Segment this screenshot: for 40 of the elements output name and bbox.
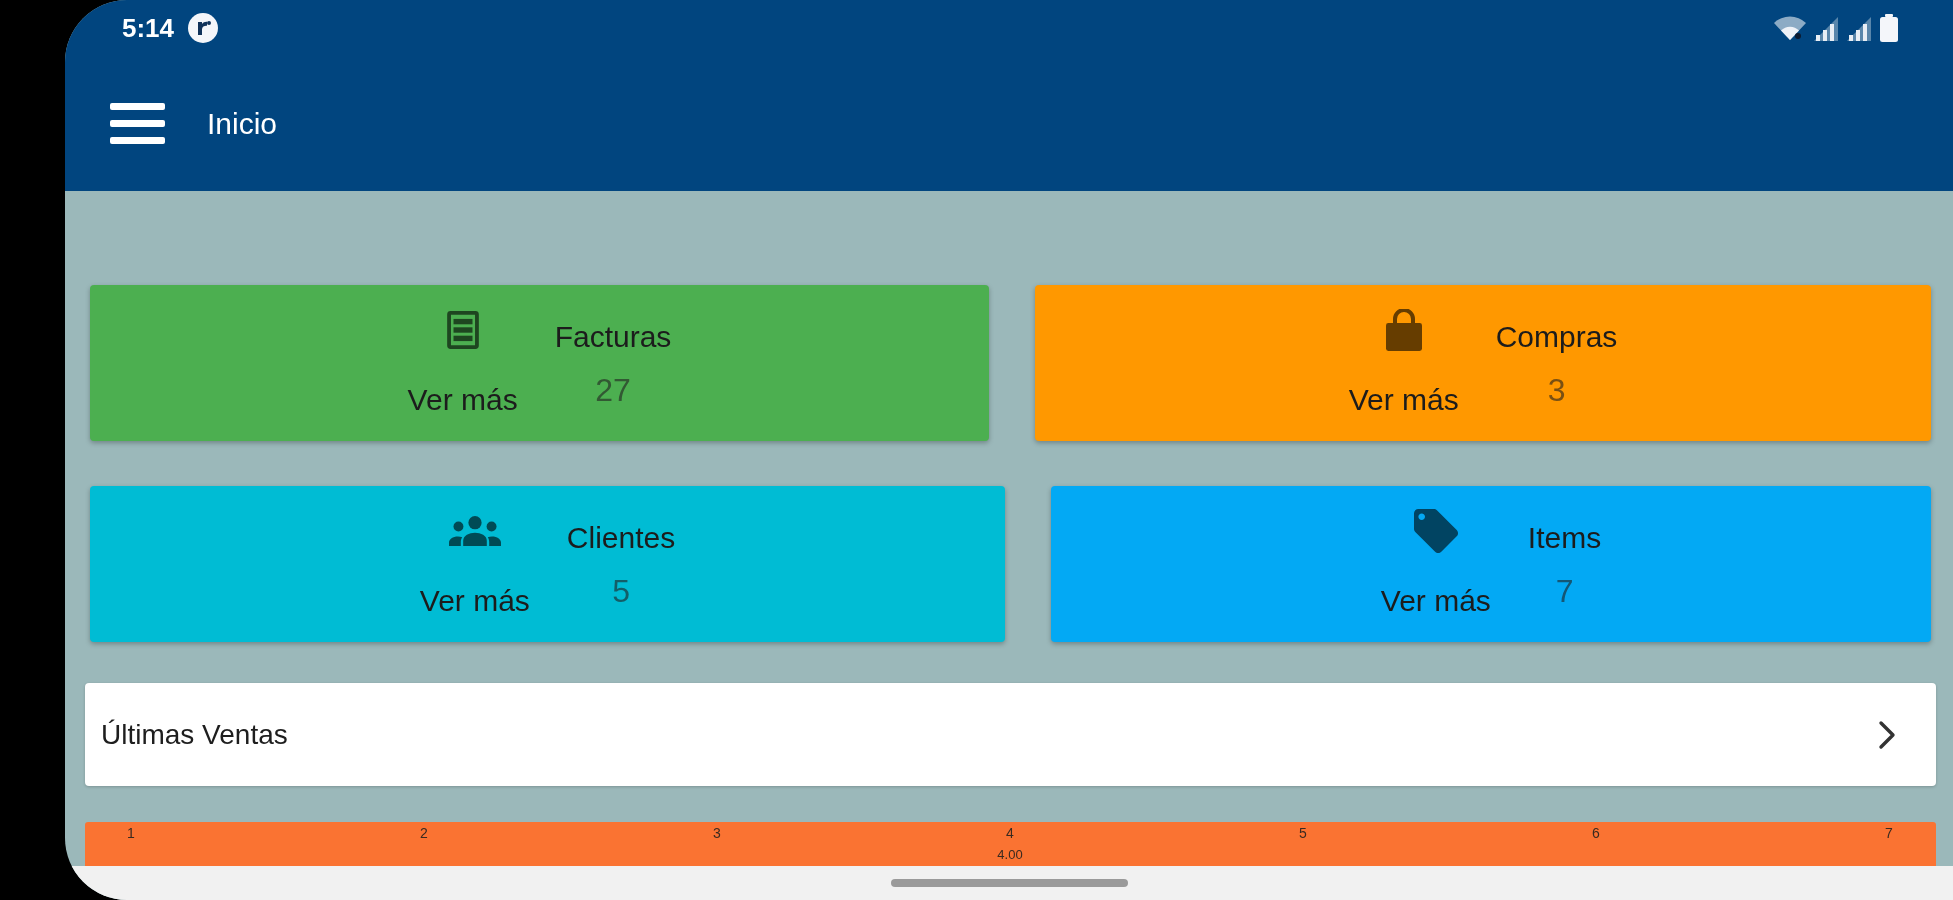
menu-button[interactable] (110, 101, 165, 146)
card-count: 3 (1547, 371, 1566, 408)
axis-label: 4 (1006, 825, 1014, 841)
menu-icon (110, 101, 165, 146)
card-count: 27 (595, 371, 631, 408)
summary-card[interactable]: Ver más Items 7 (1051, 486, 1931, 642)
summary-card[interactable]: Ver más Clientes 5 (90, 486, 1005, 642)
card-title: Clientes (566, 519, 676, 556)
see-more-link[interactable]: Ver más (1380, 583, 1491, 619)
summary-card[interactable]: Ver más Compras 3 (1035, 285, 1931, 441)
card-title: Facturas (554, 318, 672, 355)
card-count: 7 (1555, 572, 1574, 609)
see-more-link[interactable]: Ver más (419, 583, 530, 619)
axis-label: 7 (1885, 825, 1893, 841)
shopping-bag-icon (1385, 309, 1422, 351)
tag-icon (1413, 509, 1458, 553)
chevron-right-icon (1878, 719, 1896, 750)
card-title: Items (1527, 519, 1602, 556)
signal-icon (1847, 15, 1873, 41)
wifi-icon (1773, 14, 1807, 42)
card-title: Compras (1495, 318, 1618, 355)
status-time: 5:14 (122, 15, 175, 41)
axis-label: 5 (1299, 825, 1307, 841)
axis-label: 3 (713, 825, 721, 841)
signal-icon (1814, 15, 1840, 41)
value-label: 4.00 (997, 848, 1023, 862)
notification-icon (188, 13, 219, 43)
see-more-link[interactable]: Ver más (407, 382, 518, 418)
app-title: Inicio (207, 105, 278, 142)
list-icon (446, 311, 479, 349)
axis-label: 2 (420, 825, 428, 841)
axis-label: 6 (1592, 825, 1600, 841)
see-more-link[interactable]: Ver más (1348, 382, 1459, 418)
card-count: 5 (612, 572, 630, 609)
summary-card[interactable]: Ver más Facturas 27 (90, 285, 989, 441)
battery-icon (1880, 14, 1898, 42)
axis-label: 1 (127, 825, 135, 841)
latest-sales-row[interactable]: Últimas Ventas (85, 683, 1936, 786)
home-handle[interactable] (890, 879, 1128, 887)
people-icon (448, 516, 501, 546)
